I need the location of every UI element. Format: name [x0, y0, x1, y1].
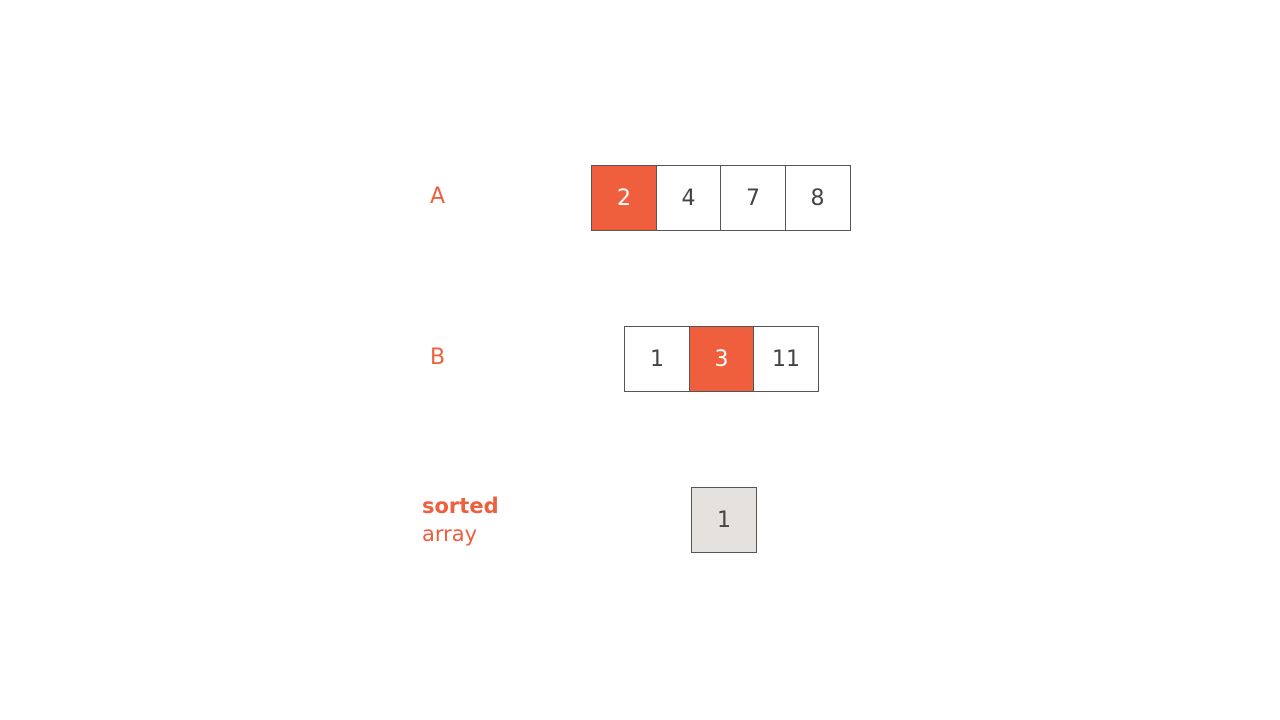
array-b-label: B: [430, 345, 446, 370]
array-a-cell: 4: [655, 165, 722, 231]
array-a-cell: 7: [720, 165, 786, 231]
array-b-cell: 11: [753, 326, 819, 392]
sorted-label-rest: array: [422, 522, 478, 546]
sorted-array-cell: 1: [691, 487, 757, 553]
array-a: 2 4 7 8: [591, 165, 851, 231]
sorted-array: 1: [691, 487, 757, 553]
sorted-label-bold: sorted: [422, 494, 499, 518]
array-a-cell: 8: [784, 165, 851, 231]
array-b: 1 3 11: [624, 326, 819, 392]
sorted-array-label: sorted array: [422, 492, 499, 548]
array-b-cell: 3: [688, 326, 755, 392]
array-b-cell: 1: [624, 326, 690, 392]
array-a-label: A: [430, 184, 446, 209]
array-a-cell: 2: [591, 165, 657, 231]
